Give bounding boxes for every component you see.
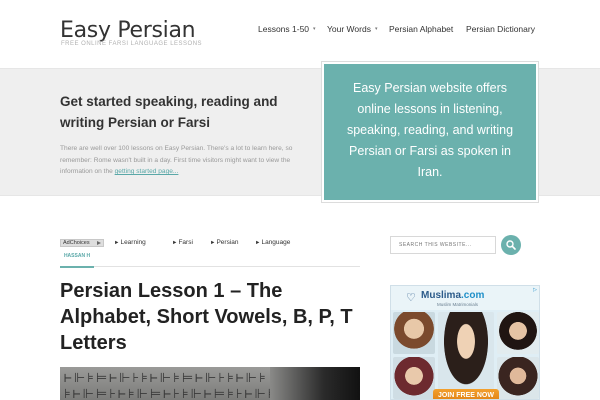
- nav-item-persian-alphabet[interactable]: Persian Alphabet: [389, 24, 453, 34]
- ad-photo: [393, 312, 435, 354]
- ad-logo-suffix: .com: [461, 290, 485, 301]
- cuneiform-pattern: ⊢⊩⊧⊨⊢⊩⊦⊧⊢⊩⊧⊨⊢⊩⊦⊧⊢⊩⊧: [64, 371, 268, 386]
- join-free-button[interactable]: JOIN FREE NOW: [433, 389, 499, 399]
- ad-link-label: Language: [261, 239, 291, 246]
- ad-link-learning[interactable]: ►Learning: [114, 239, 146, 246]
- site-title[interactable]: Easy Persian: [60, 18, 196, 43]
- hero-heading: Get started speaking, reading and writin…: [60, 94, 278, 130]
- search-input[interactable]: [390, 236, 496, 254]
- ad-links-bar: AdChoices ►Learning ►Farsi ►Persian ►Lan…: [60, 239, 360, 268]
- ad-choices-icon[interactable]: ▷: [533, 287, 537, 293]
- arrow-icon: ►: [114, 240, 120, 246]
- promo-box: Easy Persian website offers online lesso…: [322, 62, 538, 202]
- chevron-down-icon: ▾: [313, 26, 316, 32]
- ad-link-label: Farsi: [178, 239, 193, 246]
- post-title[interactable]: Persian Lesson 1 – The Alphabet, Short V…: [60, 278, 360, 356]
- ad-link-language[interactable]: ►Language: [255, 239, 290, 246]
- adchoices-badge[interactable]: AdChoices: [60, 239, 104, 247]
- sidebar-ad-banner[interactable]: ♡ Muslima.com Muslim Matrimonials ▷ JOIN…: [390, 285, 540, 400]
- image-shadow: [270, 367, 360, 400]
- ad-logo: Muslima.com: [421, 290, 484, 301]
- ad-photo: [438, 312, 494, 396]
- nav-label: Persian Dictionary: [466, 24, 535, 34]
- nav-item-persian-dictionary[interactable]: Persian Dictionary: [466, 24, 535, 34]
- getting-started-link[interactable]: getting started page...: [115, 168, 179, 175]
- search-icon: [506, 240, 516, 250]
- nav-label: Persian Alphabet: [389, 24, 454, 34]
- ad-subtitle: Muslim Matrimonials: [437, 302, 479, 307]
- ad-link-label: Persian: [216, 239, 239, 246]
- arrow-icon: ►: [172, 240, 178, 246]
- ad-link-farsi[interactable]: ►Farsi: [172, 239, 193, 246]
- ad-logo-text: Muslima: [421, 290, 462, 301]
- arrow-icon: ►: [210, 240, 216, 246]
- author-tab[interactable]: HASSAN H: [60, 253, 94, 268]
- nav-label: Your Words: [327, 24, 371, 34]
- post-featured-image: ⊢⊩⊧⊨⊢⊩⊦⊧⊢⊩⊧⊨⊢⊩⊦⊧⊢⊩⊧ ⊧⊢⊩⊨⊦⊢⊧⊩⊨⊢⊦⊧⊩⊢⊨⊧⊦⊢⊩⊧: [60, 367, 360, 400]
- site-tagline: FREE ONLINE FARSI LANGUAGE LESSONS: [61, 41, 203, 47]
- muslima-logo-icon: ♡: [406, 292, 416, 304]
- nav-item-your-words[interactable]: Your Words ▾: [327, 24, 377, 34]
- adchoices-label: AdChoices: [63, 240, 90, 246]
- ad-link-label: Learning: [120, 239, 146, 246]
- arrow-icon: ►: [255, 240, 261, 246]
- chevron-down-icon: ▾: [374, 26, 378, 32]
- cuneiform-pattern: ⊧⊢⊩⊨⊦⊢⊧⊩⊨⊢⊦⊧⊩⊢⊨⊧⊦⊢⊩⊧: [64, 387, 277, 400]
- play-icon: [97, 241, 101, 245]
- nav-item-lessons[interactable]: Lessons 1-50 ▾: [258, 24, 316, 34]
- hero-intro-text: There are well over 100 lessons on Easy …: [60, 143, 300, 178]
- ad-photo: [497, 357, 539, 399]
- ad-photo: [393, 357, 435, 399]
- nav-label: Lessons 1-50: [258, 24, 310, 34]
- ad-link-persian[interactable]: ►Persian: [210, 239, 239, 246]
- search-button[interactable]: [501, 235, 521, 255]
- ad-photo: [497, 312, 539, 354]
